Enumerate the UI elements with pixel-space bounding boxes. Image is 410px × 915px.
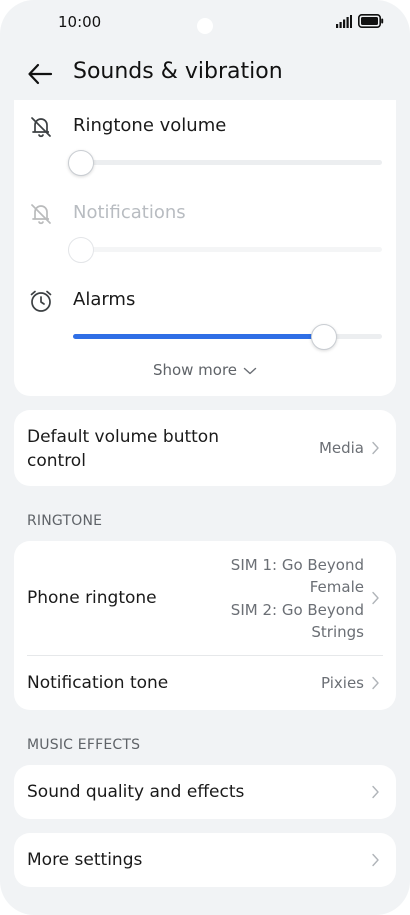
slider-fill [73, 334, 330, 339]
phone-ringtone-value-line1: SIM 1: Go Beyond [230, 556, 364, 574]
header: Sounds & vibration [0, 52, 410, 96]
phone-ringtone-title: Phone ringtone [27, 588, 157, 608]
phone-screen: 10:00 Sounds & vibration Ringtone volume… [0, 0, 410, 915]
ringtone-volume-slider[interactable] [68, 150, 382, 176]
notifications-volume-label: Notifications [73, 202, 186, 223]
notifications-volume-slider [68, 237, 382, 263]
phone-ringtone-value-line4: Strings [311, 623, 364, 641]
notification-tone-title: Notification tone [27, 673, 169, 693]
bell-muted-icon [31, 117, 51, 138]
chevron-right-icon [372, 441, 379, 455]
alarms-volume-label: Alarms [73, 289, 136, 310]
ringtone-volume-label: Ringtone volume [73, 115, 227, 136]
show-more-button[interactable]: Show more [14, 361, 396, 379]
alarm-clock-icon [30, 290, 52, 312]
slider-thumb [68, 237, 94, 263]
front-camera [197, 18, 213, 34]
music-effects-card: Sound quality and effects [14, 765, 396, 819]
volume-button-value: Media [318, 439, 364, 457]
alarms-volume-row: Alarms [14, 280, 396, 366]
notification-tone-value: Pixies [321, 674, 364, 692]
default-volume-button-row[interactable]: Default volume button control Media [14, 410, 396, 486]
chevron-down-icon [243, 367, 257, 374]
more-settings-card: More settings [14, 833, 396, 887]
ringtone-section-label: RINGTONE [27, 513, 103, 529]
back-arrow-icon[interactable] [26, 60, 54, 88]
notification-tone-row[interactable]: Notification tone Pixies [14, 656, 396, 710]
battery-icon [358, 14, 384, 28]
slider-track [73, 160, 382, 165]
alarms-volume-slider[interactable] [73, 324, 382, 350]
status-bar: 10:00 [0, 0, 410, 46]
page-title: Sounds & vibration [73, 59, 283, 84]
phone-ringtone-value-line3: SIM 2: Go Beyond [230, 601, 364, 619]
chevron-right-icon [372, 676, 379, 690]
chevron-right-icon [372, 785, 379, 799]
notifications-volume-row: Notifications [14, 193, 396, 279]
signal-icon [336, 15, 352, 28]
chevron-right-icon [372, 853, 379, 867]
sound-quality-title: Sound quality and effects [27, 782, 245, 802]
phone-ringtone-value-line2: Female [309, 578, 364, 596]
status-time: 10:00 [58, 13, 102, 31]
slider-track [73, 247, 382, 252]
more-settings-title: More settings [27, 850, 143, 870]
ringtone-card: Phone ringtone SIM 1: Go Beyond Female S… [14, 541, 396, 710]
bell-muted-icon [31, 204, 51, 225]
volume-button-title-line1: Default volume button [27, 427, 219, 447]
more-settings-row[interactable]: More settings [14, 833, 396, 887]
volume-button-card: Default volume button control Media [14, 410, 396, 486]
phone-ringtone-row[interactable]: Phone ringtone SIM 1: Go Beyond Female S… [14, 541, 396, 655]
volume-card: Ringtone volume Notifications Alarms Sho… [14, 100, 396, 396]
music-effects-section-label: MUSIC EFFECTS [27, 737, 141, 753]
slider-thumb[interactable] [311, 324, 338, 350]
ringtone-volume-row: Ringtone volume [14, 106, 396, 192]
slider-thumb[interactable] [68, 150, 94, 176]
sound-quality-row[interactable]: Sound quality and effects [14, 765, 396, 819]
chevron-right-icon [372, 591, 379, 605]
volume-button-title-line2: control [27, 451, 86, 471]
show-more-label: Show more [152, 361, 238, 379]
